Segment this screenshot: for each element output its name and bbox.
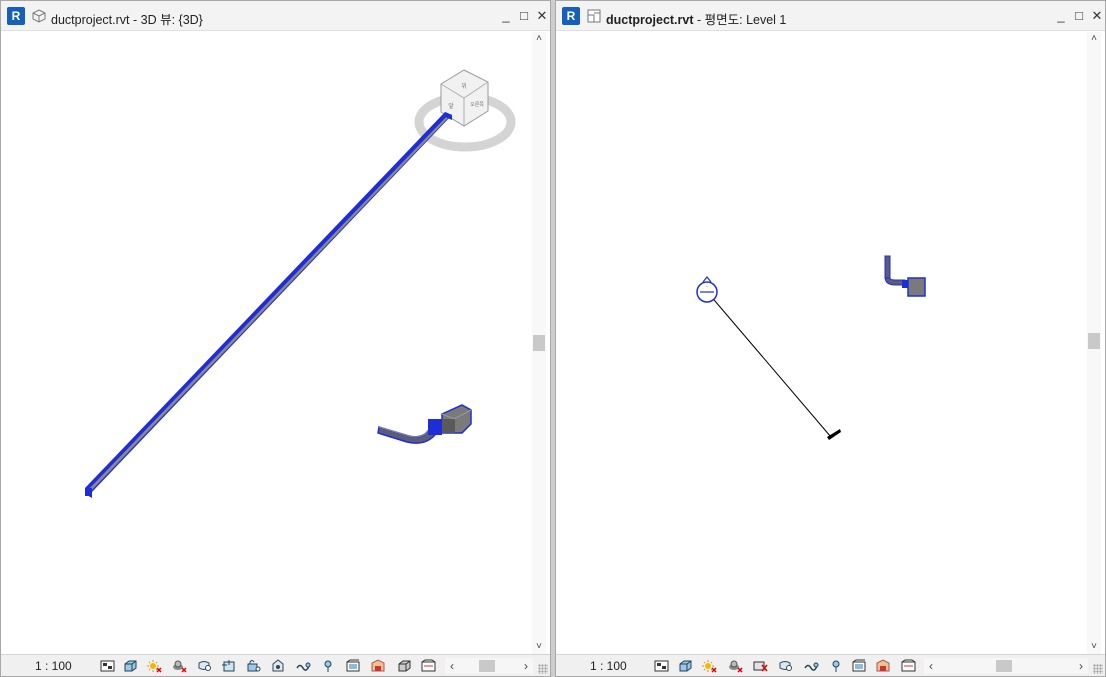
plan-svg[interactable]: · <box>559 32 1086 654</box>
reveal-constraints-icon[interactable] <box>397 659 412 673</box>
minimize-button[interactable]: _ <box>498 8 514 24</box>
close-button[interactable]: ✕ <box>534 8 550 24</box>
visual-style-icon[interactable] <box>123 659 138 673</box>
reveal-hidden-icon[interactable] <box>829 659 844 673</box>
design-options-icon[interactable] <box>876 659 891 673</box>
3d-view-icon <box>32 9 46 23</box>
revit-app-icon: R <box>7 7 25 25</box>
view-control-bar: 1 : 100 ‹ › <box>556 654 1105 676</box>
worksharing-icon[interactable] <box>852 659 867 673</box>
view-control-bar: 1 : 100 ‹ › <box>1 654 550 676</box>
analytical-model-icon[interactable] <box>901 659 916 673</box>
scroll-down-arrow[interactable]: ˅ <box>1087 640 1101 654</box>
analytical-model-icon[interactable] <box>346 659 361 673</box>
model-3d-svg[interactable]: 위 앞 오른쪽 <box>4 32 531 654</box>
svg-text:·: · <box>706 284 708 291</box>
viewcube-face-front[interactable]: 앞 <box>448 102 454 110</box>
scroll-left-arrow[interactable]: ‹ <box>924 658 938 674</box>
view-title-name: - 평면도: Level 1 <box>693 13 787 27</box>
viewcube[interactable]: 위 앞 오른쪽 <box>414 69 516 152</box>
duct-elbow-equipment[interactable] <box>377 404 472 444</box>
viewcube-face-right[interactable]: 오른쪽 <box>470 102 484 108</box>
view-title: ductproject.rvt - 3D 뷰: {3D} <box>51 9 203 28</box>
close-button[interactable]: ✕ <box>1089 8 1105 24</box>
view-window-3d[interactable]: R ductproject.rvt - 3D 뷰: {3D} _ □ ✕ 위 앞… <box>0 0 551 677</box>
horizontal-scroll-thumb[interactable] <box>479 660 495 672</box>
vertical-scroll-thumb[interactable] <box>1088 333 1100 349</box>
view-scale[interactable]: 1 : 100 <box>590 659 627 673</box>
minimize-button[interactable]: _ <box>1053 8 1069 24</box>
detail-level-icon[interactable] <box>654 659 669 673</box>
vertical-scrollbar[interactable]: ˄ ˅ <box>1087 32 1101 654</box>
view-scale[interactable]: 1 : 100 <box>35 659 72 673</box>
view-titlebar[interactable]: R ductproject.rvt - 평면도: Level 1 _ □ ✕ <box>556 1 1105 31</box>
horizontal-scrollbar[interactable]: ‹ › <box>445 658 533 674</box>
drawing-area-3d[interactable]: 위 앞 오른쪽 <box>4 32 531 654</box>
viewcube-face-top[interactable]: 위 <box>461 82 467 90</box>
scroll-down-arrow[interactable]: ˅ <box>532 640 546 654</box>
scroll-up-arrow[interactable]: ˄ <box>1087 32 1101 46</box>
duct-long-selected[interactable] <box>85 112 452 498</box>
view-title: ductproject.rvt - 평면도: Level 1 <box>606 9 786 28</box>
view-window-floor-plan[interactable]: R ductproject.rvt - 평면도: Level 1 _ □ ✕ · <box>555 0 1106 677</box>
scroll-right-arrow[interactable]: › <box>1074 658 1088 674</box>
show-crop-icon[interactable] <box>778 659 793 673</box>
shadows-icon[interactable] <box>172 659 187 673</box>
temporary-hide-icon[interactable] <box>271 659 286 673</box>
crop-view-icon[interactable] <box>197 659 212 673</box>
temporary-hide-icon[interactable] <box>804 659 819 673</box>
view-titlebar[interactable]: R ductproject.rvt - 3D 뷰: {3D} _ □ ✕ <box>1 1 550 31</box>
view-title-name: - 3D 뷰: {3D} <box>129 13 203 27</box>
maximize-button[interactable]: □ <box>1071 8 1087 24</box>
resize-grip[interactable] <box>1093 664 1103 674</box>
unlock-3d-icon[interactable] <box>246 659 261 673</box>
revit-app-icon: R <box>562 7 580 25</box>
sun-path-icon[interactable] <box>147 659 162 673</box>
worksharing-icon[interactable] <box>321 659 336 673</box>
reveal-hidden-icon[interactable] <box>296 659 311 673</box>
scroll-up-arrow[interactable]: ˄ <box>532 32 546 46</box>
sun-path-icon[interactable] <box>702 659 717 673</box>
plan-duct-equipment[interactable] <box>884 255 926 297</box>
shadows-icon[interactable] <box>728 659 743 673</box>
floor-plan-icon <box>587 9 601 23</box>
vertical-scroll-thumb[interactable] <box>533 335 545 351</box>
detail-level-icon[interactable] <box>100 659 115 673</box>
view-title-file: ductproject.rvt <box>606 13 694 27</box>
vertical-scrollbar[interactable]: ˄ ˅ <box>532 32 546 654</box>
scroll-right-arrow[interactable]: › <box>519 658 533 674</box>
crop-view-icon[interactable] <box>753 659 768 673</box>
locked-view-icon[interactable] <box>421 659 436 673</box>
horizontal-scroll-thumb[interactable] <box>996 660 1012 672</box>
section-marker[interactable]: · <box>696 276 841 440</box>
scroll-left-arrow[interactable]: ‹ <box>445 658 459 674</box>
maximize-button[interactable]: □ <box>516 8 532 24</box>
drawing-area-plan[interactable]: · <box>559 32 1086 654</box>
visual-style-icon[interactable] <box>678 659 693 673</box>
show-crop-icon[interactable] <box>221 659 236 673</box>
view-title-file: ductproject.rvt <box>51 13 130 27</box>
horizontal-scrollbar[interactable]: ‹ › <box>924 658 1088 674</box>
highlight-displacement-icon[interactable] <box>371 659 386 673</box>
resize-grip[interactable] <box>538 664 548 674</box>
